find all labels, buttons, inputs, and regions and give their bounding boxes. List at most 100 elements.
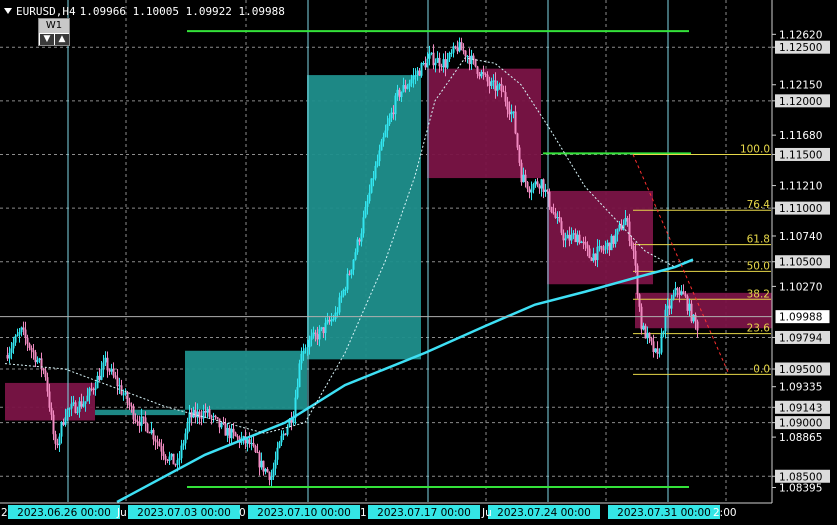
bull-candle xyxy=(220,422,223,428)
price-label: 1.09500 xyxy=(779,364,822,376)
bull-candle xyxy=(274,459,277,469)
price-label: 1.08395 xyxy=(779,483,822,495)
date-label: 2023.07.10 00:00 xyxy=(257,507,351,519)
chart-menu-icon[interactable] xyxy=(4,8,12,14)
ohlc-readout: 1.09966 1.10005 1.09922 1.09988 xyxy=(79,4,285,18)
time-axis[interactable]: 2023.06.26 00:00 2023.07.03 00:00 2023.07.… xyxy=(0,502,837,525)
bull-candle xyxy=(352,259,355,270)
bear-candle xyxy=(154,439,157,442)
bear-candle xyxy=(160,446,163,452)
bull-zone xyxy=(95,409,185,416)
bear-candle xyxy=(494,80,497,91)
bear-candle xyxy=(594,253,597,261)
scroll-down-icon[interactable]: ▼ xyxy=(40,34,54,45)
bull-candle xyxy=(496,85,499,91)
price-label: 1.09000 xyxy=(779,418,822,430)
bull-candle xyxy=(402,85,405,92)
bear-candle xyxy=(586,244,589,249)
bear-candle xyxy=(136,421,139,423)
bear-candle xyxy=(248,439,251,445)
bear-candle xyxy=(398,89,401,98)
bull-candle xyxy=(408,83,411,87)
bull-candle xyxy=(606,242,609,247)
bear-candle xyxy=(686,296,689,311)
bull-candle xyxy=(326,319,329,323)
bear-candle xyxy=(156,441,159,443)
bear-candle xyxy=(612,235,615,244)
bull-candle xyxy=(356,239,359,253)
bear-candle xyxy=(234,432,237,437)
bull-candle xyxy=(276,447,279,460)
bear-candle xyxy=(134,419,137,422)
bear-candle xyxy=(172,453,175,465)
price-label: 1.11500 xyxy=(779,149,822,161)
bull-candle xyxy=(372,178,375,180)
bull-candle xyxy=(428,53,431,59)
bull-candle xyxy=(10,348,13,353)
bear-candle xyxy=(174,464,177,466)
price-label: 1.11680 xyxy=(779,130,822,142)
bear-candle xyxy=(404,85,407,89)
bull-candle xyxy=(532,184,535,190)
bear-candle xyxy=(216,417,219,419)
bear-candle xyxy=(638,294,641,307)
bull-candle xyxy=(12,342,15,349)
bull-candle xyxy=(20,327,23,333)
bull-candle xyxy=(260,460,263,468)
bear-candle xyxy=(508,109,511,115)
price-chart[interactable]: 100.076.461.850.038.223.60.0 1.126201.12… xyxy=(0,0,837,525)
bear-candle xyxy=(682,291,685,295)
bear-candle xyxy=(464,50,467,57)
price-label: 1.08500 xyxy=(779,471,822,483)
bull-candle xyxy=(250,442,253,445)
bull-candle xyxy=(102,362,105,369)
bull-candle xyxy=(64,417,67,425)
bear-zone xyxy=(427,68,541,179)
time-fragment: 2 xyxy=(1,507,8,519)
bull-candle xyxy=(420,63,423,76)
bull-candle xyxy=(412,75,415,80)
bear-candle xyxy=(602,249,605,251)
bull-candle xyxy=(674,288,677,295)
bear-candle xyxy=(232,428,235,433)
bull-candle xyxy=(610,235,613,251)
bull-candle xyxy=(354,252,357,260)
bear-candle xyxy=(626,217,629,222)
bull-candle xyxy=(410,79,413,84)
bear-candle xyxy=(542,179,545,192)
bull-candle xyxy=(522,174,525,183)
bull-candle xyxy=(470,55,473,65)
bull-candle xyxy=(422,63,425,65)
bull-candle xyxy=(320,327,323,330)
bear-candle xyxy=(30,347,33,351)
bear-candle xyxy=(488,81,491,86)
bull-candle xyxy=(388,118,391,125)
bear-candle xyxy=(32,350,35,353)
bull-candle xyxy=(386,124,389,131)
bull-candle xyxy=(100,368,103,380)
fib-level-label: 61.8 xyxy=(747,234,770,246)
bull-candle xyxy=(18,332,21,335)
bear-candle xyxy=(80,401,83,407)
bear-candle xyxy=(50,407,53,415)
bull-candle xyxy=(378,150,381,162)
bull-candle xyxy=(360,233,363,242)
time-fragment: Ju xyxy=(481,507,492,519)
price-label: 1.09794 xyxy=(779,332,823,344)
timeframe-widget[interactable]: W1 ▼ ▲ xyxy=(38,18,70,46)
price-label: 1.10740 xyxy=(779,231,822,243)
time-fragment: 0 xyxy=(239,507,246,519)
scroll-up-icon[interactable]: ▲ xyxy=(55,34,69,45)
fib-level-label: 38.2 xyxy=(747,288,770,300)
bear-candle xyxy=(478,73,481,77)
bear-candle xyxy=(504,92,507,102)
bear-candle xyxy=(284,433,287,435)
bear-candle xyxy=(132,406,135,420)
bull-candle xyxy=(70,403,73,409)
bear-candle xyxy=(262,460,265,472)
bear-candle xyxy=(514,111,517,134)
bear-candle xyxy=(438,57,441,67)
bull-candle xyxy=(576,234,579,243)
bull-candle xyxy=(596,246,599,261)
bull-candle xyxy=(660,333,663,353)
